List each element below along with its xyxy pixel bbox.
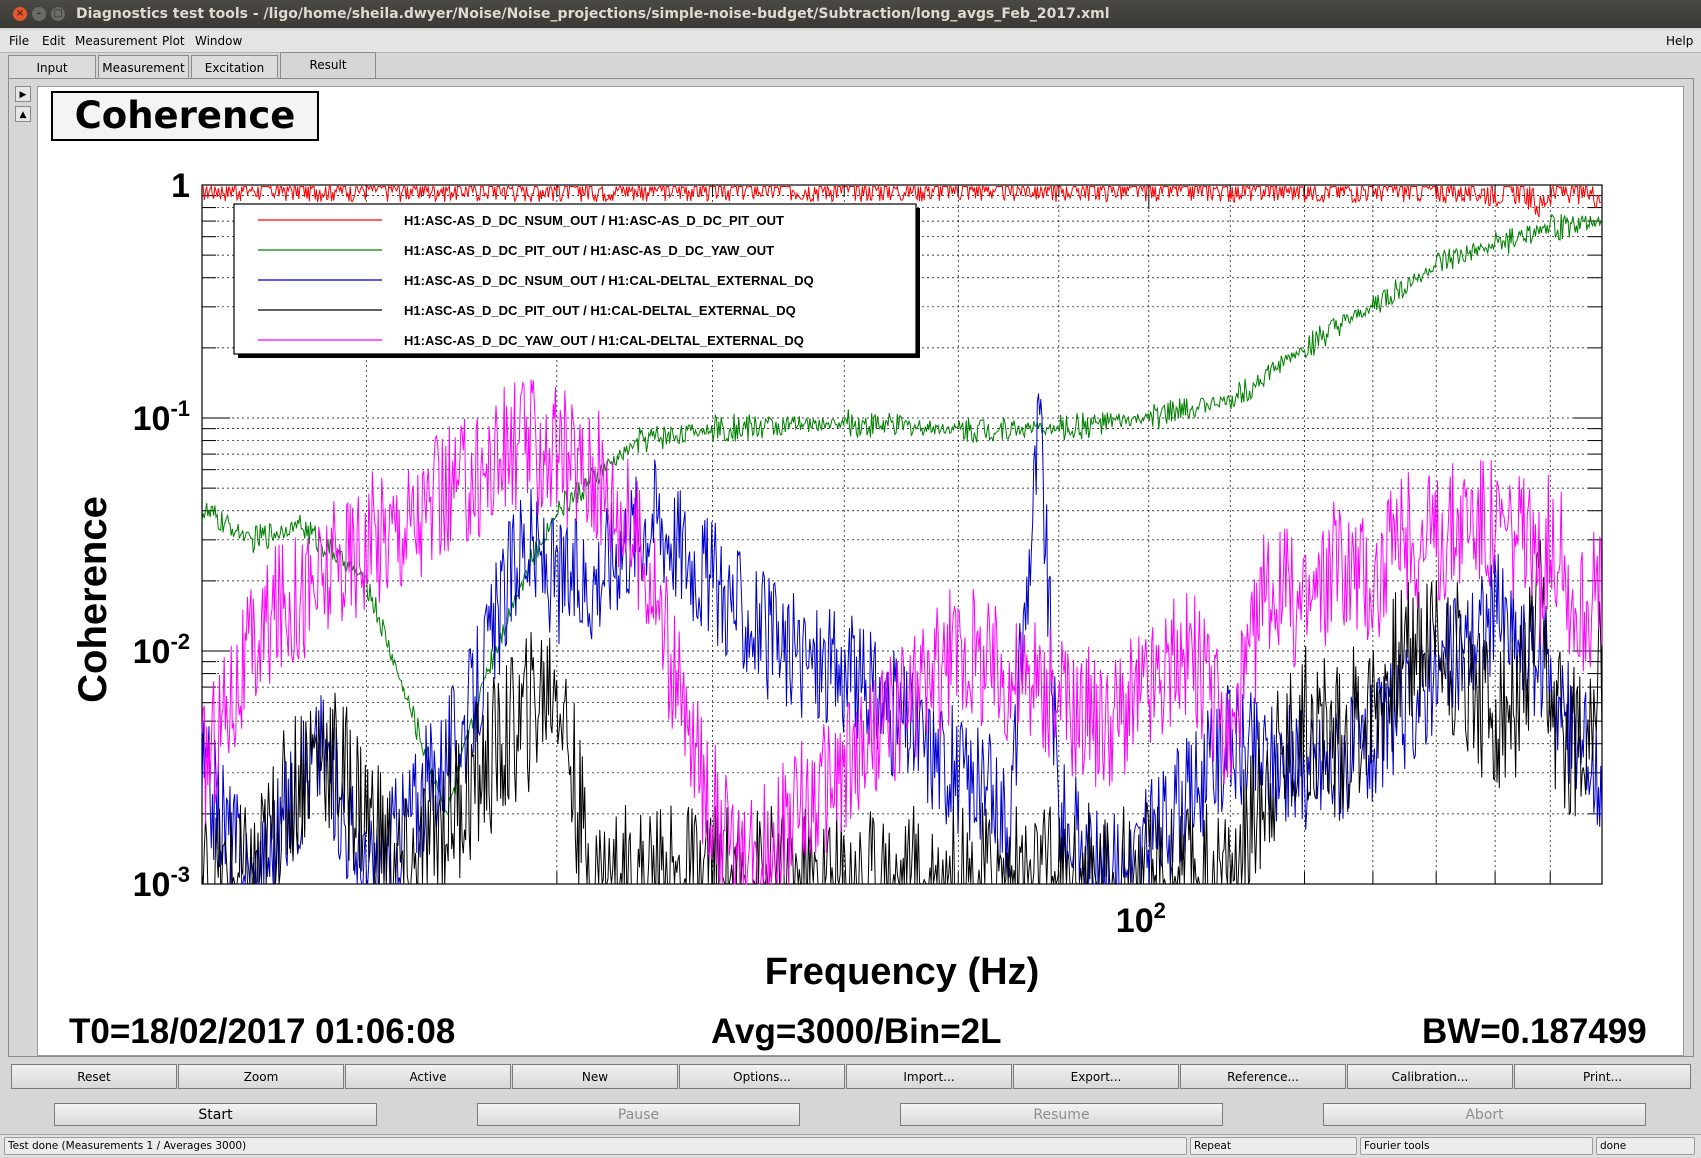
print-button[interactable]: Print... (1514, 1064, 1691, 1089)
reset-button[interactable]: Reset (11, 1064, 177, 1089)
import-button[interactable]: Import... (846, 1064, 1012, 1089)
export-button[interactable]: Export... (1013, 1064, 1179, 1089)
abort-button[interactable]: Abort (1323, 1103, 1646, 1126)
status-bar: Test done (Measurements 1 / Averages 300… (0, 1134, 1701, 1157)
close-window-icon[interactable]: × (13, 7, 27, 21)
new-button[interactable]: New (512, 1064, 678, 1089)
reference-button[interactable]: Reference... (1180, 1064, 1346, 1089)
pause-button[interactable]: Pause (477, 1103, 800, 1126)
resume-button[interactable]: Resume (900, 1103, 1223, 1126)
plot-button-row: Reset Zoom Active New Options... Import.… (8, 1064, 1694, 1089)
maximize-window-icon[interactable]: □ (51, 7, 65, 21)
status-state: done (1596, 1137, 1695, 1155)
t0-label: T0=18/02/2017 01:06:08 (69, 1012, 456, 1051)
run-control-row: Start Pause Resume Abort (0, 1103, 1701, 1129)
plot-title: Coherence (51, 91, 319, 141)
tab-measurement[interactable]: Measurement (98, 55, 189, 78)
window-titlebar: × – □ Diagnostics test tools - /ligo/hom… (0, 0, 1701, 28)
menu-help[interactable]: Help (1666, 34, 1693, 48)
averages-label: Avg=3000/Bin=2L (711, 1012, 1002, 1051)
calibration-button[interactable]: Calibration... (1347, 1064, 1513, 1089)
status-fourier-tools: Fourier tools (1360, 1137, 1593, 1155)
tab-input[interactable]: Input (8, 55, 96, 78)
menu-file[interactable]: File (9, 34, 29, 48)
menu-plot[interactable]: Plot (162, 34, 185, 48)
menu-window[interactable]: Window (195, 34, 242, 48)
plot-pad-prev-arrow-icon[interactable]: ▲ (15, 106, 31, 122)
active-button[interactable]: Active (345, 1064, 511, 1089)
menu-bar: File Edit Measurement Plot Window Help (0, 30, 1701, 53)
status-repeat: Repeat (1190, 1137, 1357, 1155)
minimize-window-icon[interactable]: – (32, 7, 46, 21)
plot-pad-next-arrow-icon[interactable]: ▶ (15, 86, 31, 102)
plot-pad[interactable] (37, 86, 1684, 1056)
zoom-button[interactable]: Zoom (178, 1064, 344, 1089)
bandwidth-label: BW=0.187499 (1422, 1012, 1647, 1051)
menu-edit[interactable]: Edit (42, 34, 65, 48)
start-button[interactable]: Start (54, 1103, 377, 1126)
tab-result[interactable]: Result (280, 52, 376, 78)
window-title: Diagnostics test tools - /ligo/home/shei… (76, 6, 1110, 22)
options-button[interactable]: Options... (679, 1064, 845, 1089)
tab-excitation[interactable]: Excitation (191, 55, 278, 78)
menu-measurement[interactable]: Measurement (75, 34, 157, 48)
status-message: Test done (Measurements 1 / Averages 300… (4, 1137, 1187, 1155)
